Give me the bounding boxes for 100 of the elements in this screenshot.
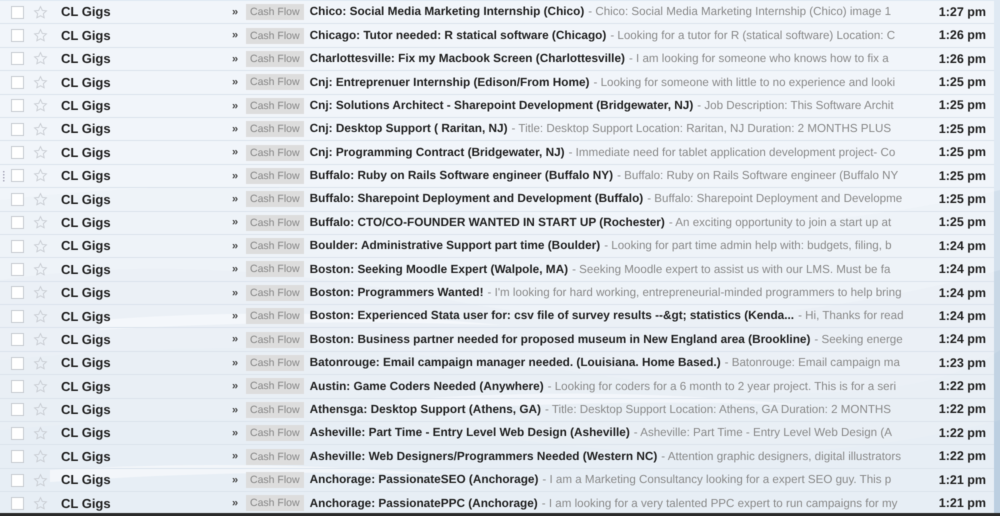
snippet: - Title: Desktop Support Location: Athens, GA Duration: 2 MONTHS xyxy=(544,402,892,418)
checkbox[interactable] xyxy=(11,286,24,300)
sender: CL Gigs xyxy=(61,190,112,209)
sender: CL Gigs xyxy=(61,214,112,232)
message-row[interactable]: CL Gigs » Cash Flow Boulder: Administrative Support part time (Boulder) - Looking for part time admin help with: budgets, filing, b 1:24 pm xyxy=(0,234,994,258)
star-icon[interactable] xyxy=(33,332,48,348)
sender: CL Gigs xyxy=(61,3,112,22)
importance-marker: » xyxy=(232,98,240,114)
checkbox[interactable] xyxy=(11,426,24,440)
time: 1:27 pm xyxy=(938,4,987,21)
message-row[interactable]: CL Gigs » Cash Flow Austin: Game Coders Needed (Anywhere) - Looking for coders for a 6 month to 2 year project. This is for a seri 1:22 pm xyxy=(0,375,994,399)
star-icon[interactable] xyxy=(33,168,48,184)
star-icon[interactable] xyxy=(33,51,48,66)
checkbox[interactable] xyxy=(11,333,24,346)
subject: Austin: Game Coders Needed (Anywhere) xyxy=(310,378,544,395)
importance-marker: » xyxy=(232,379,240,394)
checkbox[interactable] xyxy=(11,474,24,486)
message-row[interactable]: CL Gigs » Cash Flow Cnj: Solutions Architect - Sharepoint Development (Bridgewater, NJ) - Job Description: This Software Archit 1:25 pm xyxy=(0,94,994,118)
subject: Buffalo: Ruby on Rails Software engineer (Buffalo NY) xyxy=(310,167,614,184)
star-icon[interactable] xyxy=(33,426,48,441)
star-icon[interactable] xyxy=(33,262,48,277)
star-icon[interactable] xyxy=(33,122,48,137)
time: 1:22 pm xyxy=(938,448,987,466)
checkbox[interactable] xyxy=(11,262,24,276)
message-row[interactable]: CL Gigs » Cash Flow Asheville: Web Designers/Programmers Needed (Western NC) - Attention graphic designers, digital illustrators 1:22 pm xyxy=(0,445,994,469)
star-icon[interactable] xyxy=(33,472,48,488)
sender: CL Gigs xyxy=(61,494,112,513)
drag-handle-icon[interactable] xyxy=(3,170,7,182)
checkbox[interactable] xyxy=(11,192,24,206)
subject: Batonrouge: Email campaign manager needed. (Louisiana. Home Based.) xyxy=(310,354,721,372)
checkbox[interactable] xyxy=(11,216,24,230)
importance-marker: » xyxy=(232,262,240,278)
star-icon[interactable] xyxy=(33,496,48,511)
message-row[interactable]: CL Gigs » Cash Flow Cnj: Desktop Support ( Raritan, NJ) - Title: Desktop Support Location: Raritan, NJ Duration: 2 MONTHS PLUS 1:25 pm xyxy=(0,118,994,142)
star-icon[interactable] xyxy=(33,308,48,324)
message-row[interactable]: CL Gigs » Cash Flow Batonrouge: Email campaign manager needed. (Louisiana. Home Based.) - Batonrouge: Email campaign ma 1:23 pm xyxy=(0,352,994,376)
star-icon[interactable] xyxy=(33,98,48,114)
message-row[interactable]: CL Gigs » Cash Flow Boston: Programmers Wanted! - I'm looking for hard working, entrepreneurial-minded programmers to help bring 1:24 pm xyxy=(0,282,994,306)
checkbox[interactable] xyxy=(11,310,24,323)
message-row[interactable]: CL Gigs » Cash Flow Charlottesville: Fix my Macbook Screen (Charlottesville) - I am looking for someone who knows how to fix a 1:26 pm xyxy=(0,48,994,72)
message-row[interactable]: CL Gigs » Cash Flow Buffalo: Sharepoint Deployment and Development (Buffalo) - Buffalo: Sharepoint Deployment and Developme 1:25 pm xyxy=(0,188,994,212)
checkbox[interactable] xyxy=(11,496,24,510)
message-row[interactable]: CL Gigs » Cash Flow Buffalo: Ruby on Rails Software engineer (Buffalo NY) - Buffalo: Ruby on Rails Software engineer (Buffalo NY 1:25 pm xyxy=(0,164,994,188)
sender: CL Gigs xyxy=(61,448,112,466)
checkbox[interactable] xyxy=(11,169,24,182)
sender: CL Gigs xyxy=(61,144,112,162)
message-row[interactable]: CL Gigs » Cash Flow Athensga: Desktop Support (Athens, GA) - Title: Desktop Support Location: Athens, GA Duration: 2 MONTHS 1:22 pm xyxy=(0,398,994,422)
star-icon[interactable] xyxy=(33,145,48,160)
sender: CL Gigs xyxy=(61,284,112,302)
checkbox[interactable] xyxy=(11,99,24,112)
message-row[interactable]: CL Gigs » Cash Flow Buffalo: CTO/CO-FOUNDER WANTED IN START UP (Rochester) - An exciting opportunity to join a start up at 1:25 pm xyxy=(0,212,994,235)
sender: CL Gigs xyxy=(61,424,112,442)
sender: CL Gigs xyxy=(61,237,112,256)
star-icon[interactable] xyxy=(33,215,48,230)
sender: CL Gigs xyxy=(61,97,112,115)
message-row[interactable]: CL Gigs » Cash Flow Chicago: Tutor needed: R statical software (Chicago) - Looking for a tutor for R (statical software) Location: C 1:26 pm xyxy=(0,24,994,48)
checkbox[interactable] xyxy=(11,122,24,136)
star-icon[interactable] xyxy=(33,285,48,300)
importance-marker: » xyxy=(232,122,240,137)
subject: Asheville: Part Time - Entry Level Web Design (Asheville) xyxy=(310,424,630,442)
subject: Anchorage: PassionateSEO (Anchorage) xyxy=(310,471,538,488)
star-icon[interactable] xyxy=(33,4,48,20)
checkbox[interactable] xyxy=(11,6,24,19)
checkbox[interactable] xyxy=(11,146,24,160)
star-icon[interactable] xyxy=(33,238,48,254)
message-row[interactable]: CL Gigs » Cash Flow Anchorage: PassionateSEO (Anchorage) - I am a Marketing Consultancy looking for a expert SEO guy. This p 1:21 pm xyxy=(0,468,994,492)
message-row[interactable]: CL Gigs » Cash Flow Boston: Seeking Moodle Expert (Walpole, MA) - Seeking Moodle expert to assist us with our LMS. Must be fa 1:24 pm xyxy=(0,258,994,282)
message-row[interactable]: CL Gigs » Cash Flow Boston: Experienced Stata user for: csv file of survey results --&gt; statistics (Kenda... - Hi, Thanks for read 1:24 pm xyxy=(0,305,994,328)
checkbox[interactable] xyxy=(11,403,24,416)
importance-marker: » xyxy=(232,402,240,418)
checkbox[interactable] xyxy=(11,356,24,370)
checkbox[interactable] xyxy=(11,450,24,464)
message-row[interactable]: CL Gigs » Cash Flow Chico: Social Media Marketing Internship (Chico) - Chico: Social Media Marketing Internship (Chico) image 1 1:27 pm xyxy=(0,1,994,24)
star-icon[interactable] xyxy=(33,356,48,371)
star-icon[interactable] xyxy=(33,192,48,207)
sender: CL Gigs xyxy=(61,471,112,490)
checkbox[interactable] xyxy=(11,380,24,393)
star-icon[interactable] xyxy=(33,378,48,394)
subject: Athensga: Desktop Support (Athens, GA) xyxy=(310,400,541,418)
message-row[interactable]: CL Gigs » Cash Flow Asheville: Part Time - Entry Level Web Design (Asheville) - Asheville: Part Time - Entry Level Web Design (A 1:22 pm xyxy=(0,422,994,446)
message-row[interactable]: CL Gigs » Cash Flow Cnj: Entreprenuer Internship (Edison/From Home) - Looking for someone with little to no experience and looki 1:25 pm xyxy=(0,71,994,95)
star-icon[interactable] xyxy=(33,449,48,464)
importance-marker: » xyxy=(232,472,240,488)
checkbox[interactable] xyxy=(11,76,24,89)
star-icon[interactable] xyxy=(33,402,48,418)
star-icon[interactable] xyxy=(33,74,48,90)
importance-marker: » xyxy=(232,356,240,371)
importance-marker: » xyxy=(232,332,240,348)
time: 1:22 pm xyxy=(938,424,987,442)
importance-marker: » xyxy=(232,286,240,301)
time: 1:25 pm xyxy=(938,190,987,208)
checkbox[interactable] xyxy=(11,52,24,66)
message-row[interactable]: CL Gigs » Cash Flow Boston: Business partner needed for proposed museum in New England area (Brookline) - Seeking energe 1:24 pm xyxy=(0,328,994,352)
checkbox[interactable] xyxy=(11,240,24,253)
time: 1:22 pm xyxy=(938,401,987,418)
subject: Chico: Social Media Marketing Internship (Chico) xyxy=(310,3,584,20)
checkbox[interactable] xyxy=(11,29,24,42)
message-row[interactable]: CL Gigs » Cash Flow Cnj: Programming Contract (Bridgewater, NJ) - Immediate need for tablet application development project- Co 1:25 pm xyxy=(0,141,994,165)
star-icon[interactable] xyxy=(33,28,48,44)
time: 1:25 pm xyxy=(938,144,987,162)
